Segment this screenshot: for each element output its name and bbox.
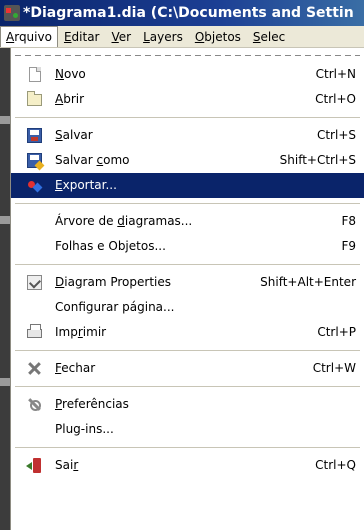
menu-item-imprimir[interactable]: Imprimir Ctrl+P	[11, 320, 364, 345]
dia-app-icon[interactable]	[4, 5, 20, 21]
quit-icon	[26, 458, 41, 473]
menu-item-arvore-diagramas[interactable]: Árvore de diagramas... F8	[11, 209, 364, 234]
menu-separator	[15, 447, 360, 448]
new-document-icon	[29, 67, 41, 82]
menu-item-abrir[interactable]: Abrir Ctrl+O	[11, 87, 364, 112]
menu-item-folhas-objetos[interactable]: Folhas e Objetos... F9	[11, 234, 364, 259]
menu-separator	[15, 386, 360, 387]
properties-icon	[27, 275, 42, 290]
menu-arquivo[interactable]: Arquivo	[0, 26, 58, 47]
open-folder-icon	[27, 91, 42, 106]
shortcut: Shift+Ctrl+S	[279, 153, 356, 167]
shortcut: Shift+Alt+Enter	[260, 275, 356, 289]
shortcut: F8	[341, 214, 356, 228]
menu-item-fechar[interactable]: Fechar Ctrl+W	[11, 356, 364, 381]
preferences-icon	[27, 397, 42, 412]
menu-separator	[15, 350, 360, 351]
close-x-icon	[27, 361, 42, 376]
export-icon	[27, 178, 42, 193]
shortcut: Ctrl+N	[315, 67, 356, 81]
shortcut: Ctrl+S	[316, 128, 356, 142]
menu-item-salvar[interactable]: Salvar Ctrl+S	[11, 123, 364, 148]
menu-item-novo[interactable]: Novo Ctrl+N	[11, 62, 364, 87]
shortcut: Ctrl+P	[317, 325, 356, 339]
shortcut: F9	[341, 239, 356, 253]
menu-item-sair[interactable]: Sair Ctrl+Q	[11, 453, 364, 478]
menu-separator	[15, 264, 360, 265]
menu-item-configurar-pagina[interactable]: Configurar página...	[11, 295, 364, 320]
menu-item-preferencias[interactable]: Preferências	[11, 392, 364, 417]
menu-item-diagram-properties[interactable]: Diagram Properties Shift+Alt+Enter	[11, 270, 364, 295]
menu-item-plug-ins[interactable]: Plug-ins...	[11, 417, 364, 442]
title-bar: *Diagrama1.dia (C:\Documents and Settin	[0, 0, 364, 26]
menu-objetos[interactable]: Objetos	[189, 26, 247, 47]
menu-tearoff[interactable]	[15, 48, 360, 62]
save-icon	[27, 128, 42, 143]
window-title: *Diagrama1.dia (C:\Documents and Settin	[23, 5, 354, 21]
menu-layers[interactable]: Layers	[137, 26, 189, 47]
menu-ver[interactable]: Ver	[106, 26, 138, 47]
menu-separator	[15, 117, 360, 118]
menu-item-exportar[interactable]: Exportar...	[11, 173, 364, 198]
menu-separator	[15, 203, 360, 204]
shortcut: Ctrl+O	[315, 92, 356, 106]
arquivo-dropdown-menu: Novo Ctrl+N Abrir Ctrl+O Salvar Ctrl+S S…	[10, 48, 364, 530]
menu-selecionar[interactable]: Selec	[247, 26, 291, 47]
printer-icon	[27, 324, 42, 338]
shortcut: Ctrl+W	[312, 361, 356, 375]
menu-item-salvar-como[interactable]: Salvar como Shift+Ctrl+S	[11, 148, 364, 173]
save-as-icon	[27, 153, 42, 168]
menu-editar[interactable]: Editar	[58, 26, 106, 47]
menu-bar: Arquivo Editar Ver Layers Objetos Selec	[0, 26, 364, 48]
shortcut: Ctrl+Q	[315, 458, 356, 472]
background-window-edge	[0, 48, 10, 530]
